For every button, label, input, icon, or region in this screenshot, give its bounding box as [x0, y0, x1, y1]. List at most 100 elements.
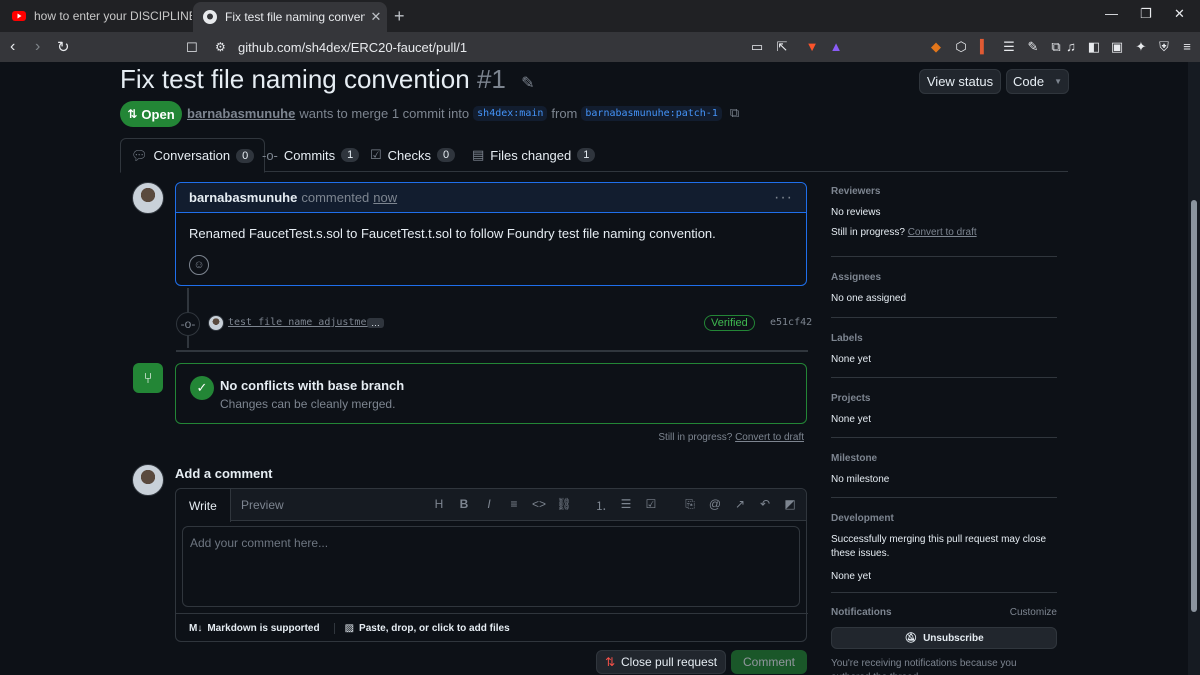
- task-list-icon[interactable]: ☑: [642, 497, 660, 511]
- expand-commit-button[interactable]: …: [367, 318, 384, 328]
- tab-write[interactable]: Write: [176, 489, 231, 522]
- sidebar-projects[interactable]: Projects None yet: [831, 378, 1057, 438]
- markdown-note[interactable]: M↓ Markdown is supported: [189, 623, 320, 634]
- metamask-icon[interactable]: ◆: [927, 39, 945, 55]
- back-icon[interactable]: ‹: [10, 38, 15, 56]
- tab-conversation[interactable]: 💬︎ Conversation 0: [120, 138, 266, 173]
- avatar[interactable]: [132, 182, 164, 214]
- site-info-icon[interactable]: ⚙: [215, 40, 226, 54]
- close-pull-request-button[interactable]: ⇅ Close pull request: [596, 650, 726, 674]
- attach-files[interactable]: ▨ Paste, drop, or click to add files: [333, 622, 510, 634]
- tab-title: Fix test file naming convention b: [225, 10, 365, 24]
- scrollbar[interactable]: [1188, 62, 1200, 675]
- sidebar-labels[interactable]: Labels None yet: [831, 318, 1057, 378]
- menu-icon[interactable]: ≡: [1178, 39, 1196, 54]
- sidebar-reviewers[interactable]: Reviewers No reviews Still in progress? …: [831, 180, 1057, 257]
- reference-icon[interactable]: ↗: [731, 497, 749, 511]
- extension-icon[interactable]: ☰: [1000, 39, 1018, 55]
- unordered-list-icon[interactable]: ☰: [617, 497, 635, 511]
- slash-command-icon[interactable]: ◩: [781, 497, 799, 511]
- kebab-menu-icon[interactable]: ···: [774, 189, 793, 207]
- vpn-icon[interactable]: ⛨: [1155, 39, 1173, 55]
- sidebar-assignees[interactable]: Assignees No one assigned: [831, 257, 1057, 318]
- base-branch[interactable]: sh4dex:main: [473, 105, 548, 121]
- merge-subtitle: Changes can be cleanly merged.: [220, 397, 396, 411]
- commit-message[interactable]: test file name adjustment: [228, 317, 379, 328]
- github-page: Fix test file naming convention #1 ✎ Vie…: [0, 62, 1188, 675]
- image-icon: ▨: [344, 622, 355, 634]
- link-icon[interactable]: ⛓: [555, 497, 573, 511]
- ordered-list-icon[interactable]: ⒈: [592, 497, 610, 514]
- attach-icon[interactable]: ⎘: [681, 497, 699, 512]
- reload-icon[interactable]: ↻: [57, 38, 70, 56]
- sidebar-notifications: Notifications Customize 🔕︎ Unsubscribe Y…: [831, 607, 1057, 675]
- code-button[interactable]: Code ▼: [1006, 69, 1069, 94]
- tab-commits[interactable]: -o- Commits 1: [262, 138, 360, 172]
- conversation-icon: 💬︎: [131, 147, 148, 163]
- convert-to-draft-link[interactable]: Convert to draft: [735, 432, 804, 443]
- bold-icon[interactable]: B: [455, 497, 473, 511]
- quote-icon[interactable]: ≡: [505, 497, 523, 511]
- extension-icon[interactable]: ▍: [976, 39, 994, 55]
- wallet-icon[interactable]: ▣: [1108, 39, 1126, 55]
- checklist-icon: ☑: [370, 147, 382, 162]
- convert-to-draft-link[interactable]: Convert to draft: [908, 227, 977, 238]
- code-icon[interactable]: <>: [530, 497, 548, 511]
- edit-pencil-icon[interactable]: ✎: [521, 75, 534, 92]
- copy-icon[interactable]: ⧉: [730, 105, 739, 121]
- browser-tab-youtube[interactable]: how to enter your DISCIPLINED GIRL: [0, 0, 192, 32]
- brave-shields-icon[interactable]: ▼: [803, 39, 821, 54]
- share-icon[interactable]: ⇱: [773, 39, 791, 55]
- avatar[interactable]: [208, 315, 224, 331]
- address-bar: ‹ › ↻ ☐ ⚙ github.com/sh4dex/ERC20-faucet…: [0, 32, 1200, 62]
- heading-icon[interactable]: H: [430, 497, 448, 511]
- italic-icon[interactable]: I: [480, 497, 498, 511]
- comment-author[interactable]: barnabasmunuhe: [189, 190, 297, 205]
- bookmark-icon[interactable]: ☐: [186, 40, 198, 56]
- new-tab-icon[interactable]: +: [394, 6, 405, 27]
- commit-sha[interactable]: e51cf42: [770, 317, 812, 328]
- unsubscribe-button[interactable]: 🔕︎ Unsubscribe: [831, 627, 1057, 649]
- avatar: [132, 464, 164, 496]
- markdown-icon: M↓: [189, 622, 203, 634]
- comment-time[interactable]: now: [373, 190, 397, 205]
- add-reaction-icon[interactable]: ☺: [189, 255, 209, 275]
- author-link[interactable]: barnabasmunuhe: [187, 106, 295, 121]
- scrollbar-thumb[interactable]: [1191, 200, 1197, 612]
- draft-note: Still in progress? Convert to draft: [658, 432, 804, 443]
- commit-icon: -o-: [262, 147, 278, 163]
- mention-icon[interactable]: @: [706, 497, 724, 511]
- puzzle-icon[interactable]: ✎: [1024, 39, 1042, 55]
- comment-editor: Write Preview H B I ≡ <> ⛓ ⒈ ☰ ☑ ⎘ @ ↗ ↶…: [175, 488, 808, 642]
- cast-icon[interactable]: ▭: [748, 39, 766, 55]
- url-field[interactable]: github.com/sh4dex/ERC20-faucet/pull/1: [238, 40, 467, 55]
- browser-tab-github[interactable]: Fix test file naming convention b ✕: [193, 2, 387, 32]
- comment-button[interactable]: Comment: [731, 650, 807, 674]
- brave-rewards-icon[interactable]: ▲: [827, 39, 845, 54]
- pr-sidebar: Reviewers No reviews Still in progress? …: [831, 180, 1057, 675]
- extension-cube-icon[interactable]: ⬡: [952, 39, 970, 55]
- comment-textarea[interactable]: Add your comment here...: [182, 526, 800, 607]
- close-tab-icon[interactable]: ✕: [365, 9, 387, 25]
- sidebar-development[interactable]: Development Successfully merging this pu…: [831, 498, 1057, 593]
- close-window-icon[interactable]: ✕: [1174, 6, 1185, 22]
- merge-title: No conflicts with base branch: [220, 378, 405, 393]
- tab-preview[interactable]: Preview: [228, 489, 297, 521]
- forward-icon[interactable]: ›: [35, 38, 40, 56]
- pr-tabs: 💬︎ Conversation 0 -o- Commits 1 ☑ Checks…: [120, 138, 1068, 173]
- reply-icon[interactable]: ↶: [756, 497, 774, 511]
- pull-request-icon: ⇅: [127, 107, 138, 121]
- leo-ai-icon[interactable]: ✦: [1132, 39, 1150, 55]
- maximize-icon[interactable]: ❐: [1140, 6, 1152, 22]
- sidebar-milestone[interactable]: Milestone No milestone: [831, 438, 1057, 498]
- view-status-button[interactable]: View status: [919, 69, 1001, 94]
- customize-link[interactable]: Customize: [1010, 607, 1057, 618]
- merge-status-box: ✓ No conflicts with base branch Changes …: [175, 363, 807, 424]
- minimize-icon[interactable]: —: [1105, 6, 1118, 21]
- music-icon[interactable]: ♫: [1062, 39, 1080, 54]
- tab-checks[interactable]: ☑ Checks 0: [370, 138, 456, 172]
- head-branch[interactable]: barnabasmunuhe:patch-1: [581, 105, 722, 121]
- sidebar-toggle-icon[interactable]: ◧: [1085, 39, 1103, 55]
- tab-files-changed[interactable]: ▤ Files changed 1: [472, 138, 596, 172]
- verified-badge[interactable]: Verified: [704, 315, 755, 331]
